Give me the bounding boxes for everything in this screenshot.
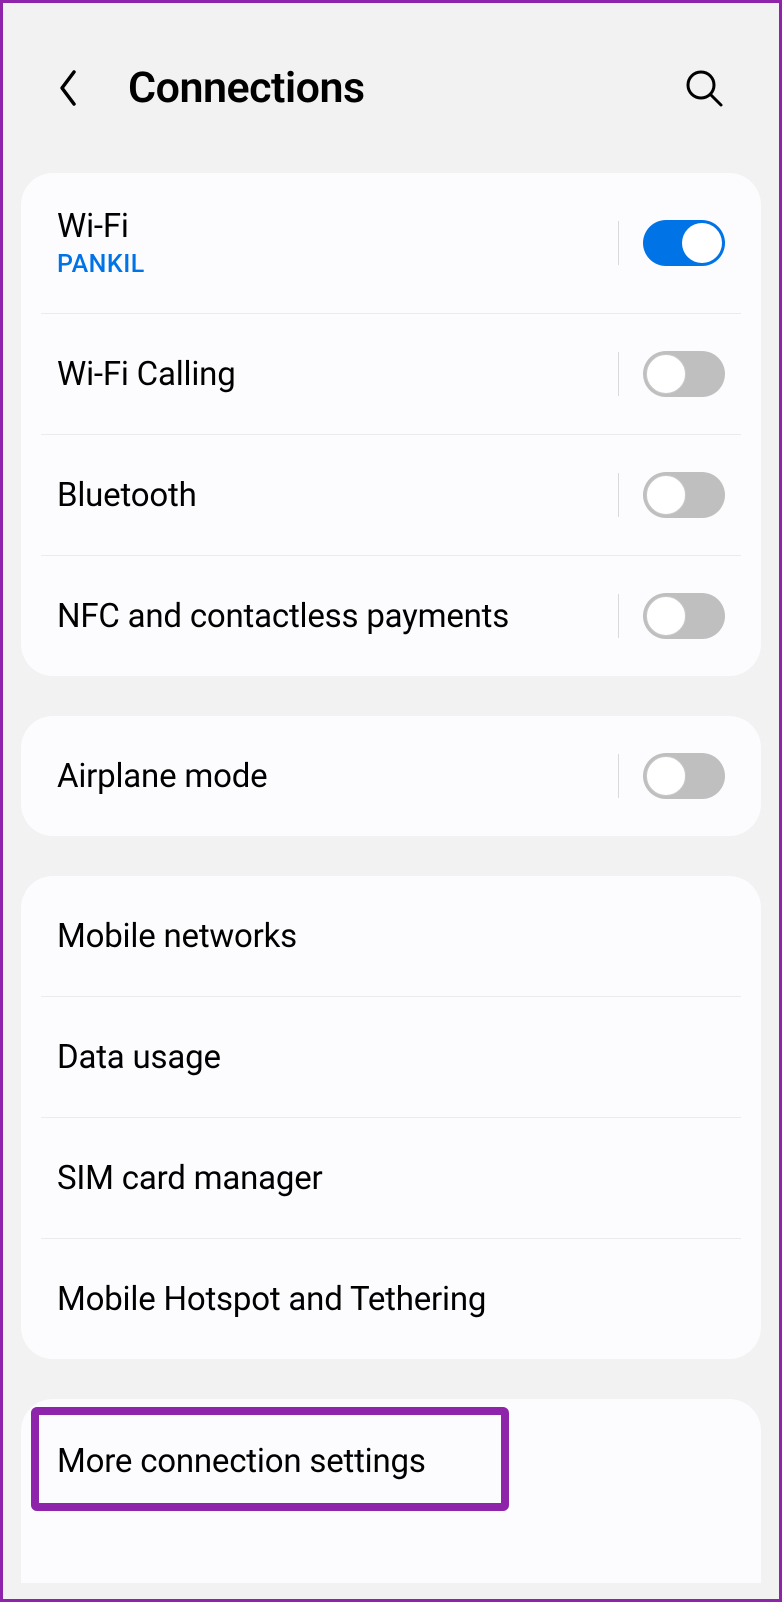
bluetooth-row[interactable]: Bluetooth [21, 435, 761, 555]
divider-icon [618, 754, 619, 798]
search-button[interactable] [679, 63, 729, 113]
bluetooth-toggle[interactable] [643, 472, 725, 518]
wifi-calling-toggle[interactable] [643, 351, 725, 397]
sim-card-manager-row[interactable]: SIM card manager [21, 1118, 761, 1238]
wifi-calling-row[interactable]: Wi-Fi Calling [21, 314, 761, 434]
hotspot-tethering-row[interactable]: Mobile Hotspot and Tethering [21, 1239, 761, 1359]
airplane-mode-row[interactable]: Airplane mode [21, 716, 761, 836]
connections-group-1: Wi-Fi PANKIL Wi-Fi Calling Bluetooth NFC… [21, 173, 761, 676]
wifi-toggle[interactable] [643, 220, 725, 266]
mobile-networks-label: Mobile networks [57, 917, 725, 956]
more-connection-settings-label: More connection settings [57, 1442, 725, 1481]
header: Connections [3, 3, 779, 173]
divider-icon [618, 352, 619, 396]
nfc-label: NFC and contactless payments [57, 597, 618, 636]
connections-group-4: More connection settings [21, 1399, 761, 1583]
back-button[interactable] [43, 63, 93, 113]
search-icon [684, 68, 724, 108]
airplane-mode-label: Airplane mode [57, 757, 618, 796]
airplane-mode-toggle[interactable] [643, 753, 725, 799]
connections-group-2: Airplane mode [21, 716, 761, 836]
back-icon [56, 68, 80, 108]
divider-icon [618, 594, 619, 638]
nfc-toggle[interactable] [643, 593, 725, 639]
wifi-calling-label: Wi-Fi Calling [57, 355, 618, 394]
nfc-row[interactable]: NFC and contactless payments [21, 556, 761, 676]
hotspot-tethering-label: Mobile Hotspot and Tethering [57, 1280, 725, 1319]
connections-group-3: Mobile networks Data usage SIM card mana… [21, 876, 761, 1359]
more-connection-settings-row[interactable]: More connection settings [21, 1399, 761, 1523]
wifi-row[interactable]: Wi-Fi PANKIL [21, 173, 761, 313]
sim-card-manager-label: SIM card manager [57, 1159, 725, 1198]
mobile-networks-row[interactable]: Mobile networks [21, 876, 761, 996]
page-title: Connections [128, 63, 679, 113]
data-usage-row[interactable]: Data usage [21, 997, 761, 1117]
wifi-network-name: PANKIL [57, 250, 618, 279]
data-usage-label: Data usage [57, 1038, 725, 1077]
divider-icon [618, 221, 619, 265]
bluetooth-label: Bluetooth [57, 476, 618, 515]
wifi-label: Wi-Fi [57, 207, 618, 246]
divider-icon [618, 473, 619, 517]
